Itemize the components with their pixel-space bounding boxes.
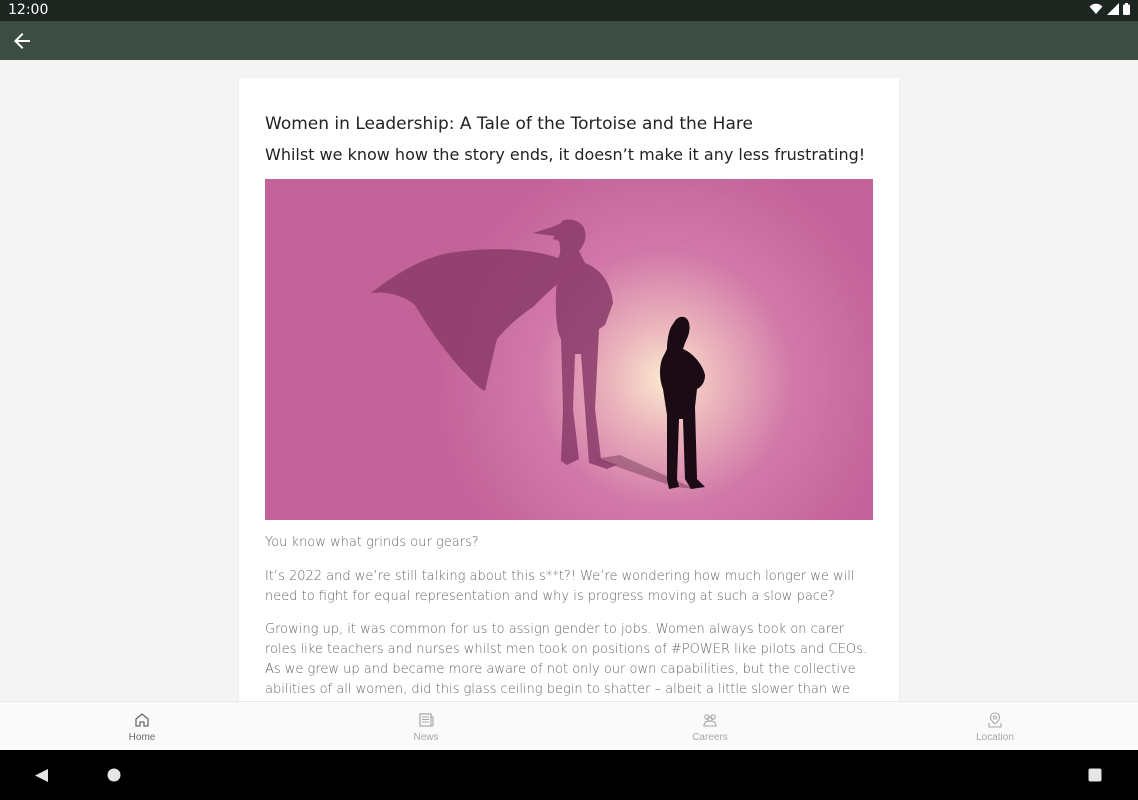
nav-label-location: Location (976, 732, 1014, 743)
bottom-navigation: Home News Careers Location (0, 701, 1138, 750)
hero-image (265, 179, 873, 520)
careers-icon (703, 714, 717, 727)
system-back-icon[interactable] (34, 768, 49, 783)
nav-item-home[interactable]: Home (0, 702, 284, 750)
location-icon (988, 712, 1002, 728)
nav-label-careers: Careers (692, 732, 728, 743)
wifi-icon (1089, 3, 1103, 14)
status-bar: 12:00 (0, 0, 1138, 21)
battery-icon (1123, 3, 1130, 15)
nav-label-news: News (413, 732, 439, 743)
article-subtitle: Whilst we know how the story ends, it do… (265, 145, 866, 164)
nav-label-home: Home (128, 732, 156, 743)
nav-item-location[interactable]: Location (853, 702, 1137, 750)
nav-item-news[interactable]: News (284, 702, 568, 750)
article-title: Women in Leadership: A Tale of the Torto… (265, 114, 753, 134)
system-home-icon[interactable] (107, 768, 121, 782)
app-bar (0, 21, 1138, 60)
article-card: Women in Leadership: A Tale of the Torto… (239, 78, 899, 701)
article-scroll-area[interactable]: Women in Leadership: A Tale of the Torto… (0, 60, 1138, 701)
article-paragraph: It’s 2022 and we’re still talking about … (265, 569, 855, 604)
home-icon (135, 713, 149, 727)
system-recents-icon[interactable] (1088, 768, 1102, 782)
back-arrow-icon[interactable] (10, 29, 34, 53)
news-icon (419, 713, 434, 727)
system-navigation-bar (0, 750, 1138, 800)
status-icons (1089, 3, 1130, 15)
article-paragraph: Growing up, it was common for us to assi… (265, 622, 867, 697)
article-paragraph: You know what grinds our gears? (265, 535, 479, 550)
signal-icon (1107, 3, 1119, 15)
status-time: 12:00 (8, 2, 49, 18)
nav-item-careers[interactable]: Careers (568, 702, 852, 750)
